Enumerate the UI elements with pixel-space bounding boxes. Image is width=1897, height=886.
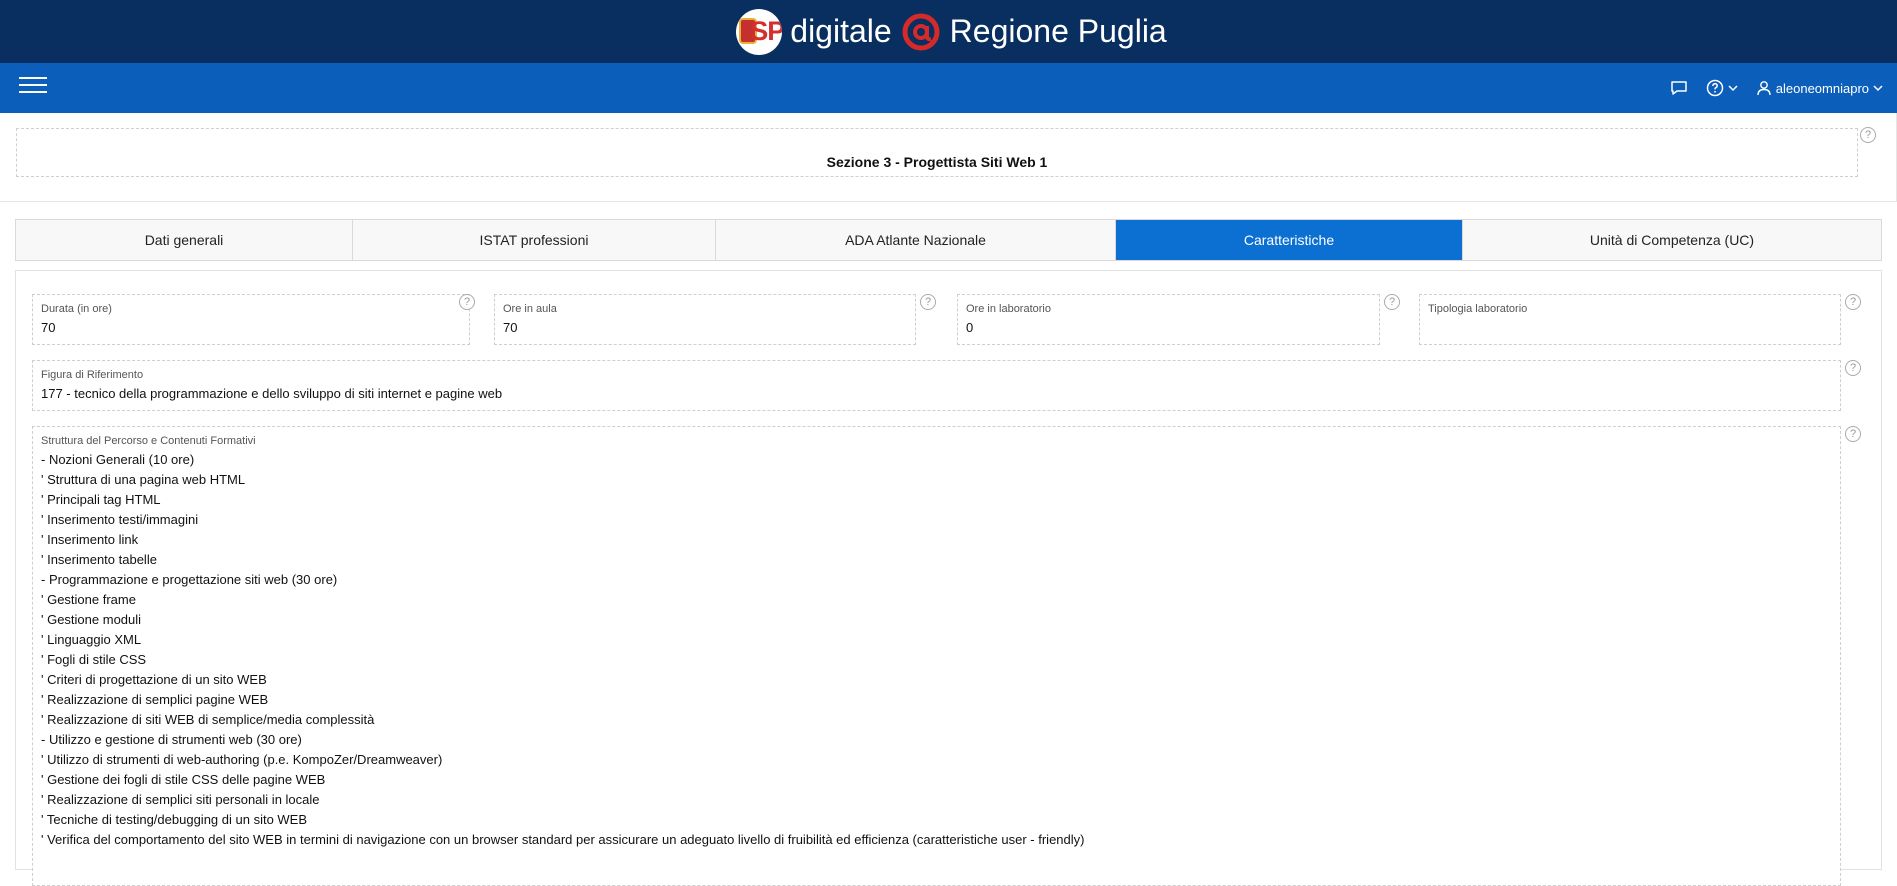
field-label: Figura di Riferimento	[41, 369, 144, 381]
help-icon[interactable]: ?	[1845, 360, 1861, 376]
help-icon[interactable]: ?	[459, 294, 475, 310]
ore-laboratorio-field[interactable]: Ore in laboratorio 0	[957, 294, 1380, 345]
chat-icon	[1671, 81, 1687, 95]
field-value: 70	[41, 320, 56, 335]
section-title-box: Sezione 3 - Progettista Siti Web 1	[16, 128, 1858, 177]
hamburger-icon-bar	[19, 84, 47, 86]
content-line: ' Inserimento testi/immagini	[41, 512, 199, 527]
feedback-button[interactable]	[1670, 80, 1688, 96]
content-line: ' Principali tag HTML	[41, 492, 161, 507]
username: aleoneomniapro	[1775, 80, 1869, 96]
hamburger-icon	[19, 77, 47, 79]
help-menu-button[interactable]	[1706, 79, 1738, 97]
help-icon[interactable]: ?	[1860, 127, 1876, 143]
content-line: - Nozioni Generali (10 ore)	[41, 452, 195, 467]
field-label: Ore in laboratorio	[966, 303, 1051, 315]
field-value: 0	[966, 320, 974, 335]
section-region: Sezione 3 - Progettista Siti Web 1 ?	[0, 113, 1897, 202]
nav-actions: aleoneomniapro	[1670, 63, 1883, 113]
navigation-bar: aleoneomniapro	[0, 63, 1897, 113]
content-line: ' Gestione frame	[41, 592, 136, 607]
at-sign-icon	[900, 11, 942, 53]
sistema-puglia-logo: SP	[736, 8, 783, 55]
tab-istat-professioni[interactable]: ISTAT professioni	[353, 220, 716, 260]
brand-text-digitale: digitale	[790, 13, 892, 49]
help-icon[interactable]: ?	[1384, 294, 1400, 310]
content-line: ' Criteri di progettazione di un sito WE…	[41, 672, 267, 687]
help-icon[interactable]: ?	[1845, 294, 1861, 310]
content-line: ' Gestione dei fogli di stile CSS delle …	[41, 772, 326, 787]
content-line: - Utilizzo e gestione di strumenti web (…	[41, 732, 302, 747]
chevron-down-icon	[1873, 85, 1883, 92]
content-line: ' Utilizzo di strumenti di web-authoring…	[41, 752, 443, 767]
content-line: ' Struttura di una pagina web HTML	[41, 472, 246, 487]
struttura-percorso-field[interactable]: Struttura del Percorso e Contenuti Forma…	[32, 426, 1841, 886]
caratteristiche-panel: Durata (in ore) 70 ? Ore in aula 70 ? Or…	[15, 270, 1882, 886]
field-label: Struttura del Percorso e Contenuti Forma…	[41, 435, 256, 447]
field-value: 177 - tecnico della programmazione e del…	[41, 386, 503, 401]
brand[interactable]: SP digitale Regione Puglia	[736, 8, 1167, 55]
content-line: ' Realizzazione di siti WEB di semplice/…	[41, 712, 375, 727]
content-line: ' Inserimento tabelle	[41, 552, 157, 567]
user-icon	[1757, 81, 1771, 96]
figura-riferimento-field[interactable]: Figura di Riferimento 177 - tecnico dell…	[32, 360, 1841, 411]
content-line: ' Realizzazione di semplici siti persona…	[41, 792, 320, 807]
field-label: Durata (in ore)	[41, 303, 112, 315]
menu-toggle-button[interactable]	[19, 77, 47, 99]
user-menu-button[interactable]: aleoneomniapro	[1756, 80, 1883, 96]
help-circle-icon	[1706, 79, 1724, 97]
content-line: ' Fogli di stile CSS	[41, 652, 147, 667]
help-icon[interactable]: ?	[1845, 426, 1861, 442]
tab-unita-di-competenza[interactable]: Unità di Competenza (UC)	[1463, 220, 1881, 260]
content-line: ' Linguaggio XML	[41, 632, 142, 647]
hamburger-icon-bar	[19, 91, 47, 93]
tab-caratteristiche[interactable]: Caratteristiche	[1116, 220, 1463, 260]
content-line: ' Inserimento link	[41, 532, 139, 547]
field-value: 70	[503, 320, 518, 335]
tipologia-laboratorio-field[interactable]: Tipologia laboratorio	[1419, 294, 1841, 345]
brand-text-regione-puglia: Regione Puglia	[949, 13, 1167, 49]
ore-aula-field[interactable]: Ore in aula 70	[494, 294, 916, 345]
content-line: ' Tecniche di testing/debugging di un si…	[41, 812, 308, 827]
logo-text: SP	[750, 16, 783, 46]
help-icon[interactable]: ?	[920, 294, 936, 310]
tab-bar: Dati generali ISTAT professioni ADA Atla…	[15, 219, 1882, 261]
chevron-down-icon	[1728, 85, 1738, 92]
tab-dati-generali[interactable]: Dati generali	[16, 220, 353, 260]
durata-field[interactable]: Durata (in ore) 70	[32, 294, 470, 345]
tab-ada-atlante-nazionale[interactable]: ADA Atlante Nazionale	[716, 220, 1116, 260]
content-line: ' Verifica del comportamento del sito WE…	[41, 832, 1085, 847]
field-label: Tipologia laboratorio	[1428, 303, 1528, 315]
page-title: Sezione 3 - Progettista Siti Web 1	[826, 153, 1048, 170]
content-line: ' Realizzazione di semplici pagine WEB	[41, 692, 269, 707]
content-line: - Programmazione e progettazione siti we…	[41, 572, 338, 587]
brand-header: SP digitale Regione Puglia	[0, 0, 1897, 63]
field-label: Ore in aula	[503, 303, 557, 315]
content-line: ' Gestione moduli	[41, 612, 142, 627]
